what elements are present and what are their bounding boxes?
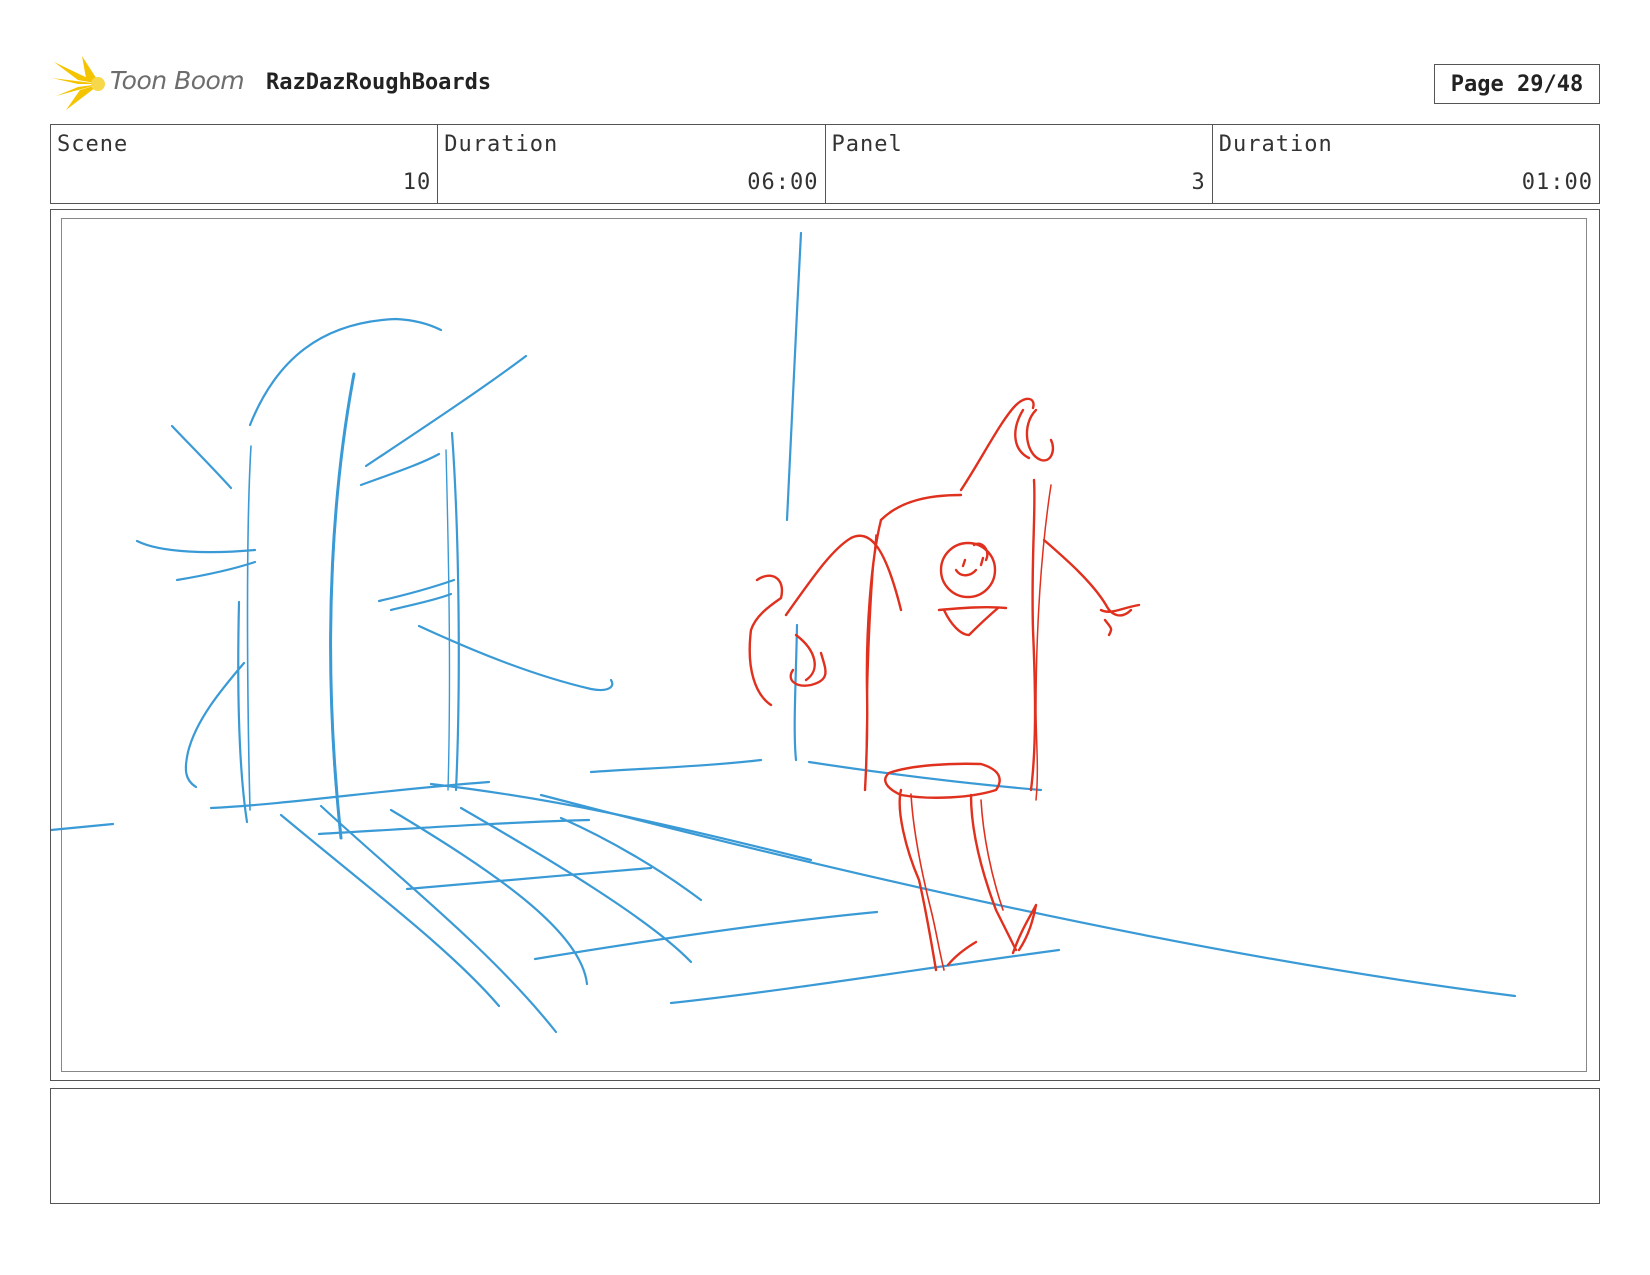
scene-cell: Scene 10 <box>51 125 439 203</box>
scene-duration-value: 06:00 <box>747 170 819 195</box>
page-indicator: Page 29/48 <box>1434 64 1600 104</box>
panel-duration-label: Duration <box>1218 132 1333 157</box>
panel-notes-box <box>50 1088 1600 1204</box>
storyboard-sketch <box>51 231 1517 1034</box>
scene-duration-label: Duration <box>444 132 559 157</box>
panel-value: 3 <box>1191 170 1206 195</box>
project-title: RazDazRoughBoards <box>266 70 492 95</box>
storyboard-panel <box>50 209 1600 1081</box>
logo-text: Toon Boom <box>110 66 245 95</box>
panel-duration-cell: Duration 01:00 <box>1213 125 1599 203</box>
panel-info-row: Scene 10 Duration 06:00 Panel 3 Duration… <box>50 124 1600 204</box>
background-layout-sketch <box>51 231 1517 1034</box>
panel-cell: Panel 3 <box>826 125 1213 203</box>
panel-label: Panel <box>831 132 903 157</box>
scene-duration-cell: Duration 06:00 <box>438 125 826 203</box>
toon-boom-logo: Toon Boom <box>52 56 252 112</box>
scene-value: 10 <box>402 170 432 195</box>
character-sketch <box>748 397 1141 972</box>
sunburst-icon <box>52 56 105 110</box>
scene-label: Scene <box>57 132 129 157</box>
panel-duration-value: 01:00 <box>1521 170 1593 195</box>
